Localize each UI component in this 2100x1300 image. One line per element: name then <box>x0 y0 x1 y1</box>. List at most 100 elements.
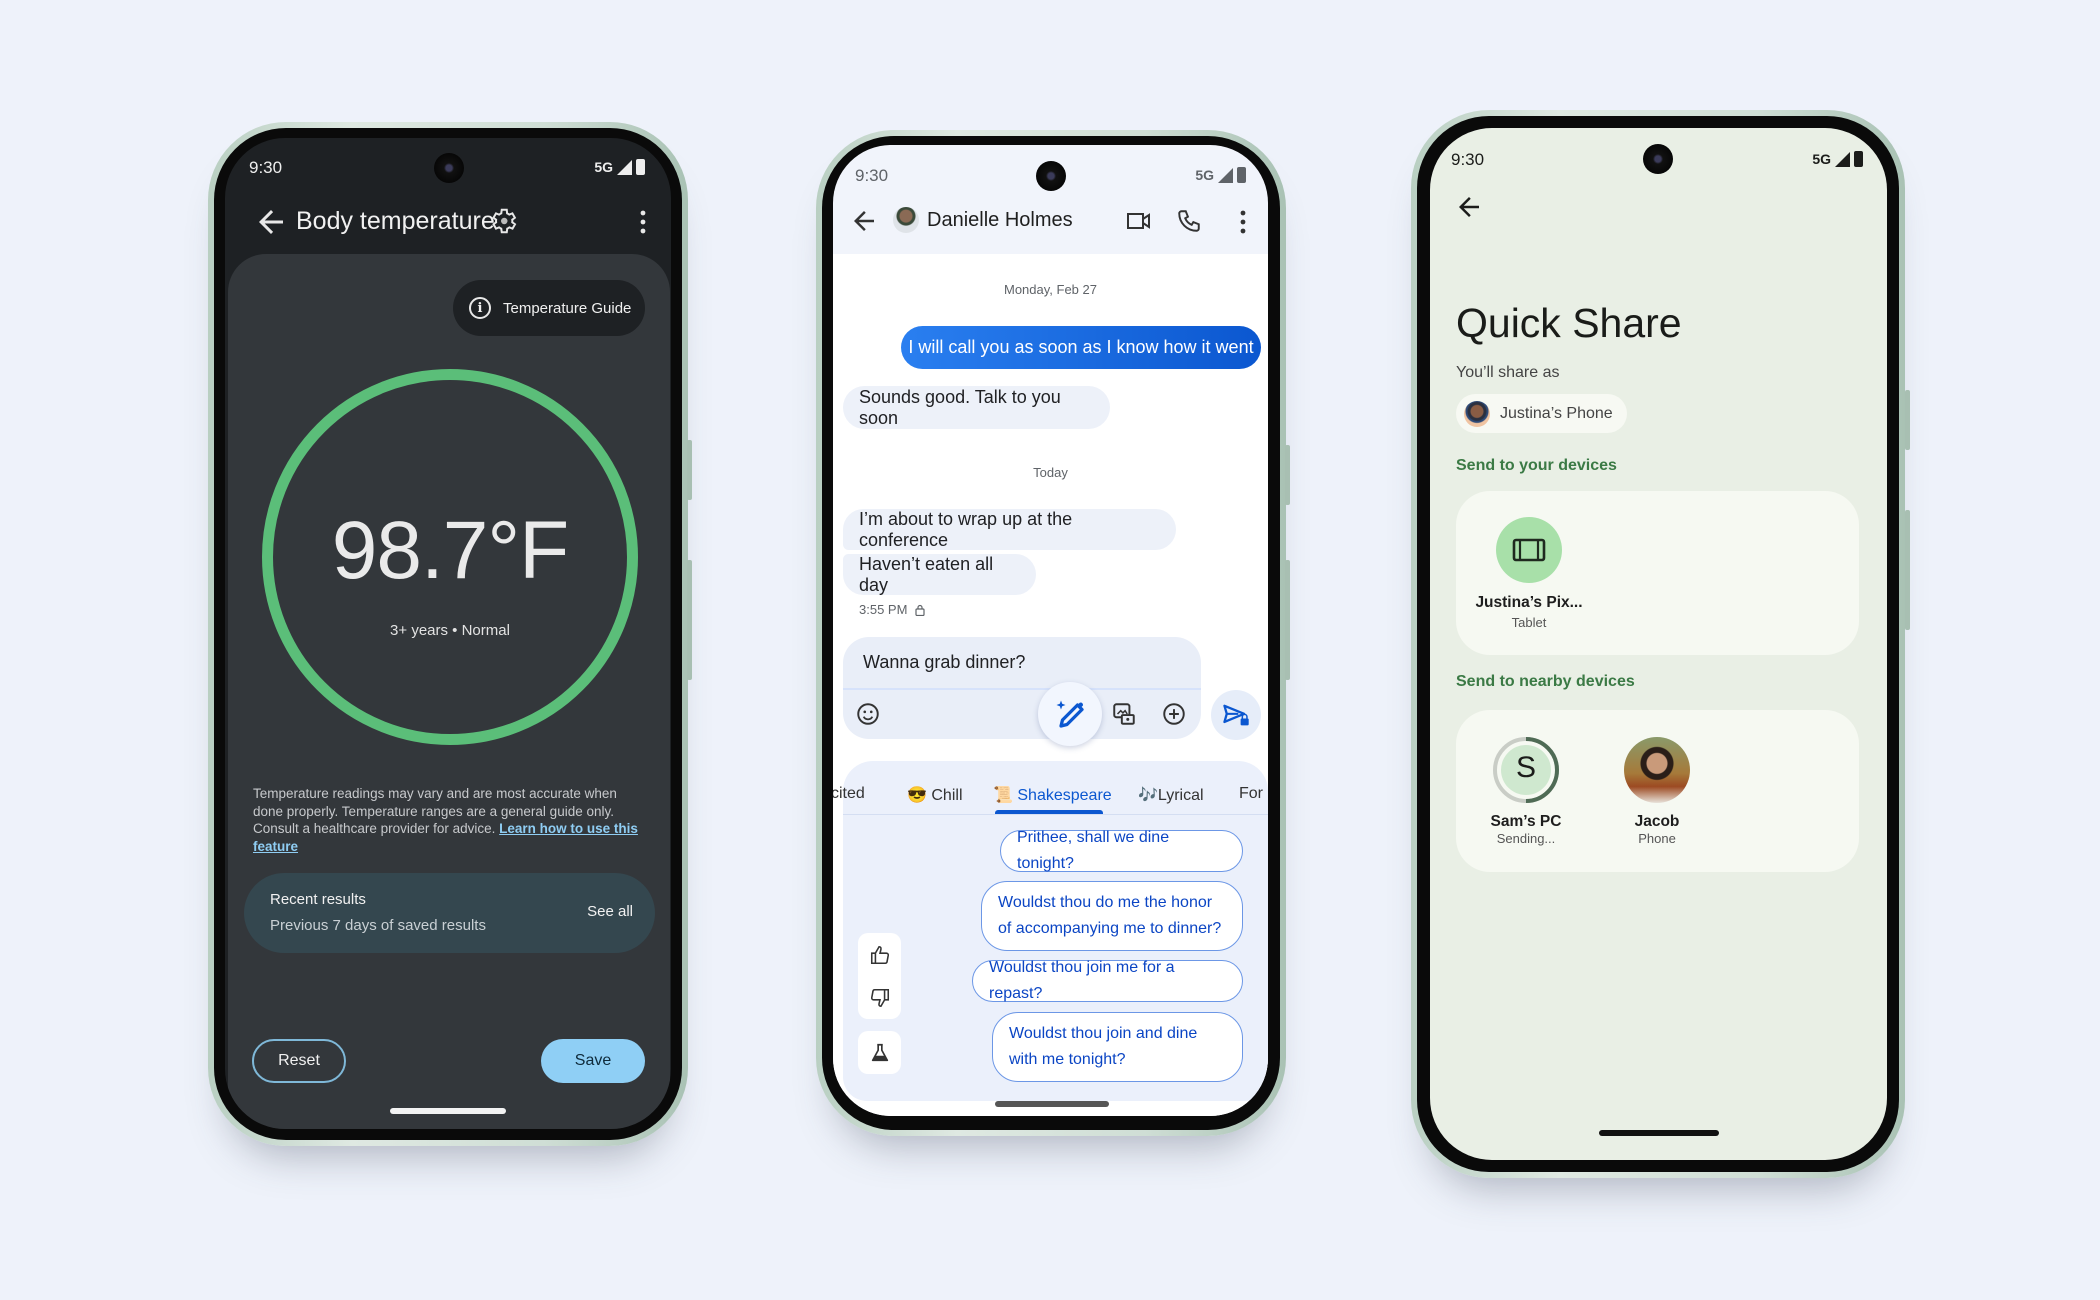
disclaimer-text: Temperature readings may vary and are mo… <box>253 785 643 855</box>
thumb-up-icon[interactable] <box>869 944 891 966</box>
signal-icon <box>1835 151 1850 167</box>
your-devices-card: Justina’s Pix... Tablet <box>1456 491 1859 655</box>
emoji-button[interactable] <box>855 701 881 727</box>
videocam-icon <box>1127 213 1150 229</box>
back-button[interactable] <box>849 206 879 236</box>
more-vert-icon <box>1240 210 1246 234</box>
front-camera <box>1036 161 1066 191</box>
save-button[interactable]: Save <box>541 1039 645 1083</box>
share-as-label: You’ll share as <box>1456 364 1560 381</box>
temperature-guide-label: Temperature Guide <box>503 299 632 317</box>
labs-button[interactable] <box>858 1031 901 1074</box>
arrow-left-icon <box>259 210 283 234</box>
suggestion-chip[interactable]: Prithee, shall we dine tonight? <box>1000 829 1243 872</box>
side-button <box>1285 445 1290 505</box>
message-received[interactable]: Haven’t eaten all day <box>843 554 1036 595</box>
message-sent[interactable]: I will call you as soon as I know how it… <box>901 326 1261 369</box>
temperature-guide-button[interactable]: i Temperature Guide <box>453 280 645 336</box>
tab-label: For <box>1239 785 1263 802</box>
recent-results-card[interactable]: Recent results Previous 7 days of saved … <box>244 873 655 953</box>
phone-call-button[interactable] <box>1176 208 1202 234</box>
front-camera <box>434 153 464 183</box>
side-button <box>1285 560 1290 680</box>
back-button[interactable] <box>253 204 289 240</box>
tab-label: cited <box>833 785 865 802</box>
device-name: Justina’s Pix... <box>1475 594 1583 611</box>
recent-results-subtitle: Previous 7 days of saved results <box>270 917 486 934</box>
device-initial: S <box>1515 751 1536 784</box>
signal-icon <box>1218 167 1233 183</box>
recent-results-title: Recent results <box>270 891 366 908</box>
share-as-chip[interactable]: Justina’s Phone <box>1456 394 1627 433</box>
message-received[interactable]: Sounds good. Talk to you soon <box>843 386 1110 429</box>
more-options-button[interactable] <box>638 208 648 236</box>
nearby-devices-card: S Sam’s PC Sending... Jacob Phone <box>1456 710 1859 872</box>
send-button[interactable] <box>1211 690 1261 740</box>
message-received[interactable]: I’m about to wrap up at the conference <box>843 509 1176 550</box>
battery-icon <box>1854 151 1863 167</box>
home-indicator[interactable] <box>995 1101 1109 1107</box>
device-status: Sending... <box>1496 831 1556 846</box>
status-time: 9:30 <box>1451 150 1485 169</box>
emoji-icon <box>857 703 879 725</box>
tab-chill[interactable]: 😎 Chill <box>907 785 963 805</box>
network-label: 5G <box>1195 167 1214 183</box>
flask-icon <box>871 1043 888 1061</box>
video-call-button[interactable] <box>1126 209 1152 233</box>
tab-lyrical[interactable]: 🎶Lyrical <box>1138 785 1204 805</box>
more-options-button[interactable] <box>1238 209 1248 235</box>
device-name: Jacob <box>1634 813 1680 830</box>
contact-name[interactable]: Danielle Holmes <box>927 209 1073 232</box>
message-input[interactable]: Wanna grab dinner? <box>863 652 1025 673</box>
send-lock-icon <box>1223 704 1249 726</box>
section-nearby-devices: Send to nearby devices <box>1456 673 1635 690</box>
suggestion-chip[interactable]: Wouldst thou join and dine with me tonig… <box>992 1012 1243 1082</box>
compose-divider <box>843 688 1201 690</box>
add-attachment-button[interactable] <box>1161 701 1187 727</box>
temperature-value: 98.7°F <box>331 505 569 596</box>
home-indicator[interactable] <box>390 1108 506 1114</box>
status-icons: 5G <box>1812 151 1863 167</box>
page-title: Quick Share <box>1456 300 1682 346</box>
thumb-down-icon[interactable] <box>869 987 891 1009</box>
phone-icon <box>1178 210 1200 232</box>
network-label: 5G <box>594 159 613 175</box>
tab-excited[interactable]: cited <box>833 785 865 803</box>
tabs-divider <box>843 814 1268 815</box>
device-type: Phone <box>1638 831 1676 846</box>
status-time: 9:30 <box>855 166 889 185</box>
see-all-link[interactable]: See all <box>587 903 633 920</box>
contact-photo[interactable] <box>1624 737 1690 803</box>
suggestion-chip[interactable]: Wouldst thou join me for a repast? <box>972 959 1243 1002</box>
network-label: 5G <box>1812 151 1831 167</box>
front-camera <box>1643 144 1673 174</box>
tab-emoji: 📜 <box>993 787 1013 804</box>
settings-button[interactable] <box>488 206 518 236</box>
home-indicator[interactable] <box>1599 1130 1719 1136</box>
back-button[interactable] <box>1454 192 1484 222</box>
tab-label: Lyrical <box>1157 787 1204 804</box>
feedback-card <box>858 933 901 1019</box>
gallery-button[interactable] <box>1111 701 1137 727</box>
magic-compose-button[interactable] <box>1038 682 1102 746</box>
contact-avatar[interactable] <box>893 207 919 233</box>
reset-button[interactable]: Reset <box>252 1039 346 1083</box>
tab-formal[interactable]: For <box>1239 785 1263 803</box>
tab-shakespeare[interactable]: 📜 Shakespeare <box>993 785 1112 805</box>
gallery-icon <box>1113 703 1135 725</box>
status-icons: 5G <box>1195 167 1246 183</box>
compose-box[interactable]: Wanna grab dinner? <box>843 637 1201 739</box>
battery-icon <box>1237 167 1246 183</box>
suggestion-chip[interactable]: Wouldst thou do me the honor of accompan… <box>981 881 1243 951</box>
section-your-devices: Send to your devices <box>1456 457 1617 474</box>
tab-emoji: 🎶 <box>1138 787 1158 804</box>
battery-icon <box>636 159 645 175</box>
status-time: 9:30 <box>249 158 283 177</box>
side-button <box>1905 390 1910 450</box>
signal-icon <box>617 159 632 175</box>
arrow-left-icon <box>1459 197 1479 217</box>
status-icons: 5G <box>594 159 645 175</box>
gear-icon <box>492 208 517 234</box>
add-circle-icon <box>1163 703 1185 725</box>
tablet-avatar[interactable] <box>1496 517 1562 583</box>
